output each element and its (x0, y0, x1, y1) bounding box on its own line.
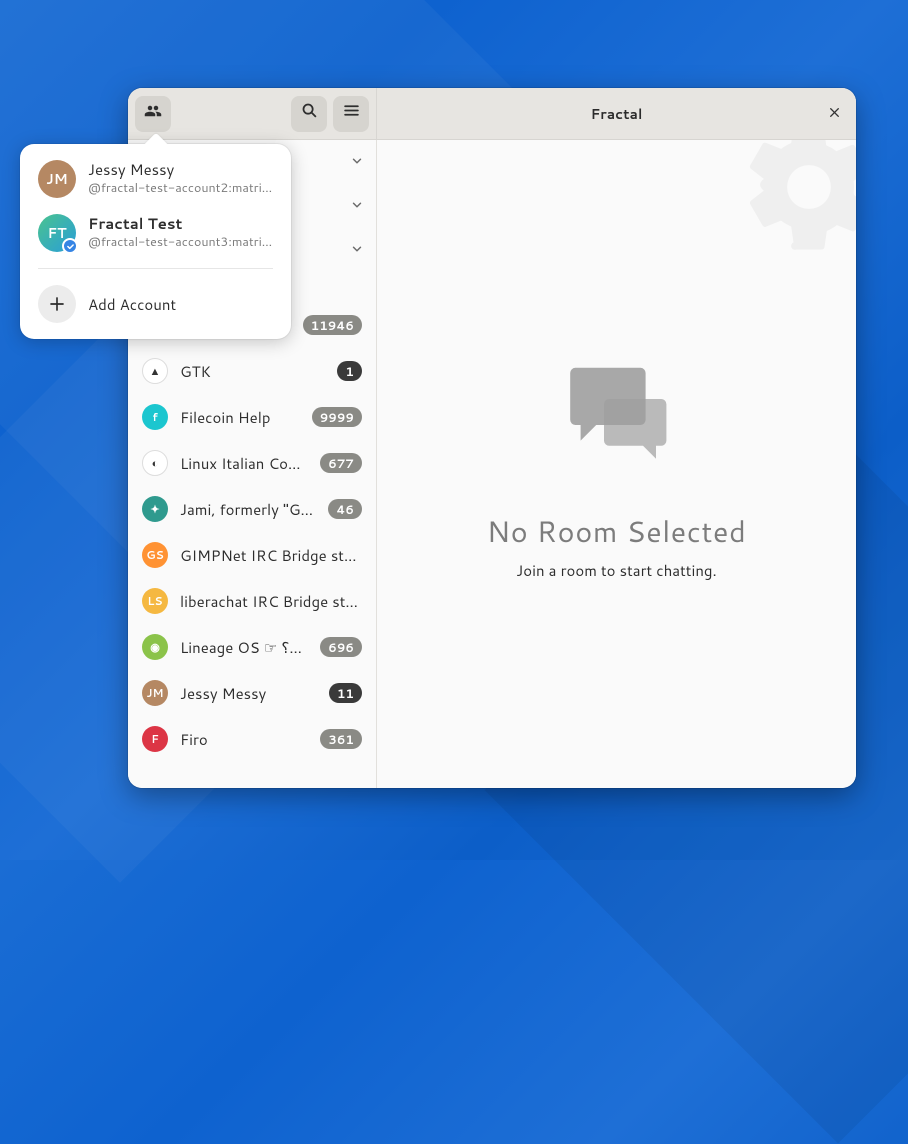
room-name: Filecoin Help (180, 407, 300, 428)
room-item[interactable]: ◉ Lineage OS ☞ ؟؟U… 696 (128, 624, 376, 670)
close-button[interactable] (820, 100, 848, 128)
room-name: Jessy Messy (180, 683, 317, 704)
chevron-down-icon (350, 195, 364, 218)
placeholder-title: No Room Selected (487, 511, 747, 552)
unread-badge: 9999 (312, 407, 362, 427)
window-title: Fractal (591, 104, 643, 124)
room-avatar: f (142, 404, 168, 430)
room-name: liberachat IRC Bridge status (180, 591, 362, 612)
unread-badge: 11946 (303, 315, 362, 335)
add-account-label: Add Account (88, 294, 176, 315)
room-avatar: ✦ (142, 496, 168, 522)
room-item[interactable]: JM Jessy Messy 11 (128, 670, 376, 716)
unread-badge: 1 (337, 361, 362, 381)
unread-badge: 11 (329, 683, 362, 703)
account-avatar: JM (38, 160, 76, 198)
room-item[interactable]: ◐ Linux Italian Comm… 677 (128, 440, 376, 486)
room-avatar: ◐ (142, 450, 168, 476)
room-item[interactable]: GS GIMPNet IRC Bridge status (128, 532, 376, 578)
account-id: @fractal-test-account2:matrix.org (88, 179, 273, 197)
headerbar: Fractal (128, 88, 856, 140)
plus-icon (38, 285, 76, 323)
room-item[interactable]: ✦ Jami, formerly "GN… 46 (128, 486, 376, 532)
room-avatar: LS (142, 588, 168, 614)
room-list: 11946 ▲ GTK 1 f Filecoin Help 9999 ◐ Linux Itali… (128, 272, 376, 788)
main-content: No Room Selected Join a room to start ch… (377, 140, 856, 788)
chevron-down-icon (350, 239, 364, 262)
verified-badge-icon (62, 238, 78, 254)
unread-badge: 361 (320, 729, 362, 749)
room-avatar: ◉ (142, 634, 168, 660)
account-info: Fractal Test@fractal-test-account3:matri… (88, 215, 273, 251)
room-avatar: JM (142, 680, 168, 706)
unread-badge: 677 (320, 453, 362, 473)
account-row[interactable]: FT Fractal Test@fractal-test-account3:mat… (20, 206, 291, 260)
placeholder-subtitle: Join a room to start chatting. (516, 560, 716, 581)
accounts-popover: JM Jessy Messy@fractal-test-account2:matr… (20, 144, 291, 339)
people-icon (144, 102, 162, 126)
gear-icon (734, 140, 856, 262)
account-row[interactable]: JM Jessy Messy@fractal-test-account2:matr… (20, 152, 291, 206)
divider (38, 268, 273, 269)
add-account-button[interactable]: Add Account (20, 277, 291, 331)
account-name: Jessy Messy (88, 161, 273, 179)
room-name: Linux Italian Comm… (180, 453, 308, 474)
room-item[interactable]: f Filecoin Help 9999 (128, 394, 376, 440)
close-icon (828, 102, 841, 125)
room-avatar: F (142, 726, 168, 752)
room-name: GIMPNet IRC Bridge status (180, 545, 362, 566)
room-name: Firo (180, 729, 308, 750)
unread-badge: 46 (328, 499, 362, 519)
room-name: GTK (180, 361, 325, 382)
room-avatar: GS (142, 542, 168, 568)
room-item[interactable]: ▲ GTK 1 (128, 348, 376, 394)
headerbar-right: Fractal (377, 88, 856, 139)
headerbar-left (128, 88, 377, 139)
room-name: Lineage OS ☞ ؟؟U… (180, 637, 308, 658)
chevron-down-icon (350, 151, 364, 174)
room-name: Jami, formerly "GN… (180, 499, 316, 520)
accounts-button[interactable] (135, 96, 171, 132)
search-icon (301, 102, 318, 125)
chat-bubbles-icon (552, 347, 682, 483)
menu-button[interactable] (333, 96, 369, 132)
search-button[interactable] (291, 96, 327, 132)
room-item[interactable]: F Firo 361 (128, 716, 376, 762)
room-item[interactable]: LS liberachat IRC Bridge status (128, 578, 376, 624)
room-avatar: ▲ (142, 358, 168, 384)
hamburger-icon (343, 102, 360, 125)
account-avatar: FT (38, 214, 76, 252)
unread-badge: 696 (320, 637, 362, 657)
account-name: Fractal Test (88, 215, 273, 233)
account-info: Jessy Messy@fractal-test-account2:matrix… (88, 161, 273, 197)
account-id: @fractal-test-account3:matrix.org (88, 233, 273, 251)
